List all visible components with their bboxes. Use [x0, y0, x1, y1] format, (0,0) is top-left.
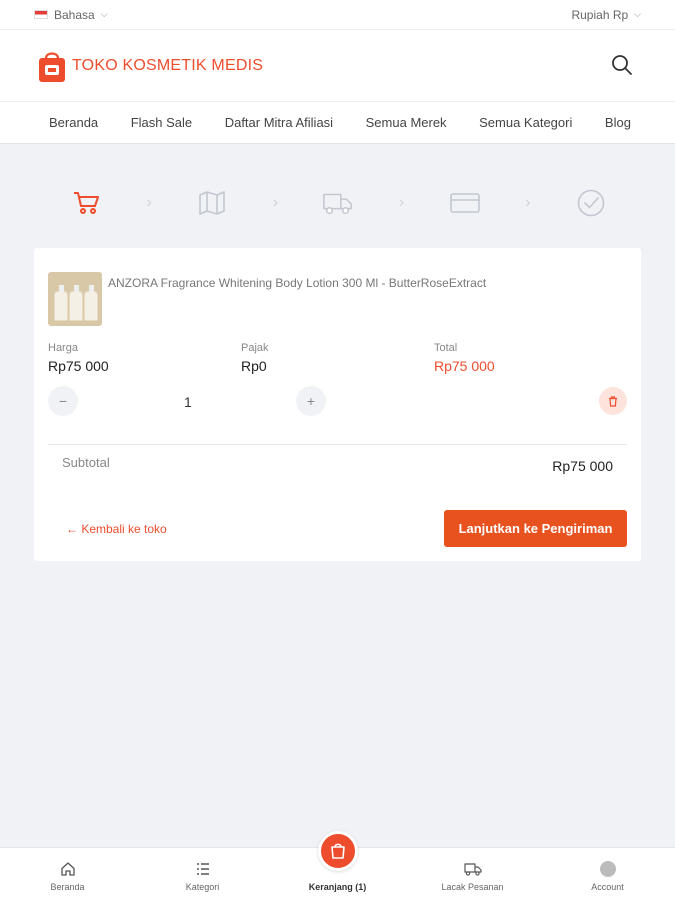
currency-label: Rupiah Rp — [571, 7, 629, 22]
cart-actions: ← Kembali ke toko Lanjutkan ke Pengirima… — [34, 510, 641, 547]
list-icon — [196, 863, 209, 875]
currency-selector[interactable]: Rupiah Rp ⌵ — [571, 8, 641, 22]
remove-item-button[interactable] — [599, 387, 627, 415]
avatar-icon — [599, 861, 616, 877]
shopping-bag-icon — [330, 843, 345, 859]
cart-fab-button[interactable] — [317, 831, 358, 871]
chevron-right-icon: › — [525, 194, 531, 211]
step-address — [196, 187, 228, 219]
nav-item-flash-sale[interactable]: Flash Sale — [131, 115, 192, 130]
bottom-nav-track[interactable]: Lacak Pesanan — [413, 848, 533, 900]
chevron-right-icon: › — [398, 194, 405, 211]
quantity-stepper: − 1 + — [34, 374, 641, 428]
step-confirm — [575, 187, 607, 219]
bottom-nav: Beranda Kategori Keranjang (1) Lacak Pes… — [0, 831, 675, 900]
nav-item-mitra-afiliasi[interactable]: Daftar Mitra Afiliasi — [225, 115, 333, 130]
nav-item-semua-kategori[interactable]: Semua Kategori — [479, 115, 572, 130]
truck-icon — [323, 193, 353, 215]
cart-item: ANZORA Fragrance Whitening Body Lotion 3… — [34, 248, 641, 326]
bottom-nav-category[interactable]: Kategori — [143, 848, 263, 900]
chevron-down-icon: ⌵ — [634, 9, 641, 19]
indonesia-flag-icon — [34, 10, 48, 19]
step-cart[interactable] — [70, 187, 102, 219]
product-thumbnail[interactable] — [48, 272, 102, 326]
product-name[interactable]: ANZORA Fragrance Whitening Body Lotion 3… — [108, 272, 486, 291]
tax-value: Rp0 — [241, 358, 267, 374]
cart-icon — [74, 192, 99, 214]
bottom-nav-home-label: Beranda — [50, 882, 85, 892]
brand-name: TOKO KOSMETIK MEDIS — [72, 56, 264, 74]
subtotal-value: Rp75 000 — [552, 458, 613, 474]
nav-item-semua-merek[interactable]: Semua Merek — [366, 115, 447, 130]
bottom-nav-track-label: Lacak Pesanan — [441, 882, 504, 892]
back-to-shop-link[interactable]: ← Kembali ke toko — [66, 522, 167, 536]
main-nav: Beranda Flash Sale Daftar Mitra Afiliasi… — [0, 102, 675, 144]
chevron-right-icon: › — [272, 194, 279, 211]
brand-logo[interactable]: TOKO KOSMETIK MEDIS — [36, 49, 263, 83]
check-circle-icon — [577, 189, 605, 217]
bottom-nav-home[interactable]: Beranda — [8, 848, 128, 900]
tax-column: Pajak Rp0 — [241, 342, 434, 374]
quantity-value[interactable]: 1 — [184, 394, 192, 410]
search-icon — [612, 54, 632, 75]
price-breakdown: Harga Rp75 000 Pajak Rp0 Total Rp75 000 — [34, 326, 641, 374]
search-button[interactable] — [611, 54, 635, 78]
increase-quantity-button[interactable]: + — [296, 386, 326, 416]
bottom-nav-account-label: Account — [591, 882, 624, 892]
language-selector[interactable]: Bahasa ⌵ — [34, 8, 108, 22]
trash-icon — [609, 395, 617, 407]
subtotal-row: Subtotal Rp75 000 — [34, 445, 641, 474]
price-column: Harga Rp75 000 — [48, 342, 241, 374]
cart-card: ANZORA Fragrance Whitening Body Lotion 3… — [34, 248, 641, 561]
bottom-nav-account[interactable]: Account — [548, 848, 668, 900]
credit-card-icon — [449, 193, 480, 213]
home-icon — [60, 862, 75, 876]
site-header: TOKO KOSMETIK MEDIS — [0, 30, 675, 102]
language-label: Bahasa — [54, 7, 95, 22]
step-payment — [449, 187, 481, 219]
nav-item-beranda[interactable]: Beranda — [49, 115, 98, 130]
nav-item-blog[interactable]: Blog — [605, 115, 631, 130]
bottom-nav-category-label: Kategori — [185, 882, 220, 892]
price-label: Harga — [48, 342, 78, 354]
chevron-down-icon: ⌵ — [100, 9, 108, 19]
top-bar: Bahasa ⌵ Rupiah Rp ⌵ — [0, 0, 675, 30]
price-value: Rp75 000 — [48, 358, 109, 374]
truck-icon — [463, 863, 482, 876]
total-column: Total Rp75 000 — [434, 342, 627, 374]
checkout-steps: › › › › — [0, 144, 675, 262]
bottom-nav-cart-label: Keranjang (1) — [308, 882, 367, 892]
subtotal-label: Subtotal — [62, 455, 110, 470]
shopping-bag-logo-icon — [39, 51, 65, 82]
total-label: Total — [434, 342, 458, 354]
chevron-right-icon: › — [146, 194, 152, 211]
bottom-nav-cart[interactable]: Keranjang (1) — [278, 831, 398, 900]
tax-label: Pajak — [241, 342, 269, 354]
decrease-quantity-button[interactable]: − — [48, 386, 78, 416]
total-value: Rp75 000 — [434, 358, 495, 374]
map-icon — [199, 191, 226, 215]
continue-to-shipping-button[interactable]: Lanjutkan ke Pengiriman — [444, 510, 627, 547]
step-shipping — [322, 187, 354, 219]
